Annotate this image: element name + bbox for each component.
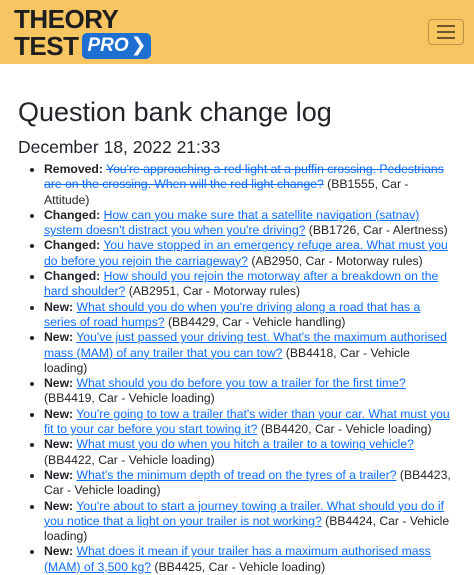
change-type: New: — [44, 498, 74, 513]
change-item: New: You're going to tow a trailer that'… — [44, 407, 456, 438]
changelog-date: December 18, 2022 21:33 — [18, 137, 221, 157]
change-type: New: — [44, 330, 74, 345]
change-list: Removed: You're approaching a red light … — [18, 162, 456, 575]
change-item: Changed: How should you rejoin the motor… — [44, 269, 456, 300]
question-meta: (BB4419, Car - Vehicle loading) — [44, 391, 215, 406]
change-item: New: What's the minimum depth of tread o… — [44, 468, 456, 499]
logo-text-theory: THEORY — [14, 3, 119, 34]
change-item: New: What does it mean if your trailer h… — [44, 544, 456, 575]
chevron-right-icon: ❯ — [130, 35, 147, 56]
change-item: New: You've just passed your driving tes… — [44, 330, 456, 376]
logo-text-test: TEST — [14, 30, 79, 61]
hamburger-icon-bar — [437, 25, 455, 27]
question-link[interactable]: What must you do when you hitch a traile… — [77, 437, 414, 451]
page-title: Question bank change log — [18, 97, 332, 127]
change-type: Changed: — [44, 269, 101, 284]
top-navbar: THEORY TEST PRO ❯ — [0, 0, 474, 64]
question-meta: (BB4429, Car - Vehicle handling) — [164, 314, 346, 329]
change-type: Changed: — [44, 238, 101, 253]
change-item: New: What must you do when you hitch a t… — [44, 437, 456, 468]
question-meta: (BB4420, Car - Vehicle loading) — [257, 422, 432, 437]
main-content: Question bank change log December 18, 20… — [0, 96, 474, 575]
logo-pro-badge: PRO ❯ — [82, 32, 151, 59]
change-type: New: — [44, 437, 74, 452]
menu-toggle-button[interactable] — [428, 19, 464, 45]
change-item: New: What should you do when you're driv… — [44, 300, 456, 331]
change-item: Removed: You're approaching a red light … — [44, 162, 456, 208]
question-link[interactable]: What's the minimum depth of tread on the… — [77, 468, 397, 482]
change-type: Removed: — [44, 162, 103, 176]
change-type: New: — [44, 299, 74, 314]
change-type: New: — [44, 406, 74, 421]
change-type: New: — [44, 544, 74, 559]
question-meta: (BB4425, Car - Vehicle loading) — [151, 559, 326, 574]
question-meta: (AB2951, Car - Motorway rules) — [125, 284, 301, 299]
change-type: New: — [44, 376, 74, 391]
logo-line-2: TEST PRO ❯ — [14, 30, 151, 61]
change-item: New: You're about to start a journey tow… — [44, 499, 456, 545]
question-link[interactable]: What should you do before you tow a trai… — [77, 376, 406, 390]
question-meta: (BB1726, Car - Alertness) — [305, 223, 448, 238]
question-meta: (AB2950, Car - Motorway rules) — [247, 253, 423, 268]
question-meta: (BB4422, Car - Vehicle loading) — [44, 452, 215, 467]
logo-pro-text: PRO — [87, 35, 129, 56]
change-type: New: — [44, 467, 74, 482]
change-item: Changed: How can you make sure that a sa… — [44, 208, 456, 239]
change-item: New: What should you do before you tow a… — [44, 376, 456, 407]
change-item: Changed: You have stopped in an emergenc… — [44, 238, 456, 269]
change-type: Changed: — [44, 207, 101, 222]
theory-test-pro-logo[interactable]: THEORY TEST PRO ❯ — [14, 6, 151, 59]
hamburger-icon-bar — [437, 37, 455, 39]
hamburger-icon-bar — [437, 31, 455, 33]
